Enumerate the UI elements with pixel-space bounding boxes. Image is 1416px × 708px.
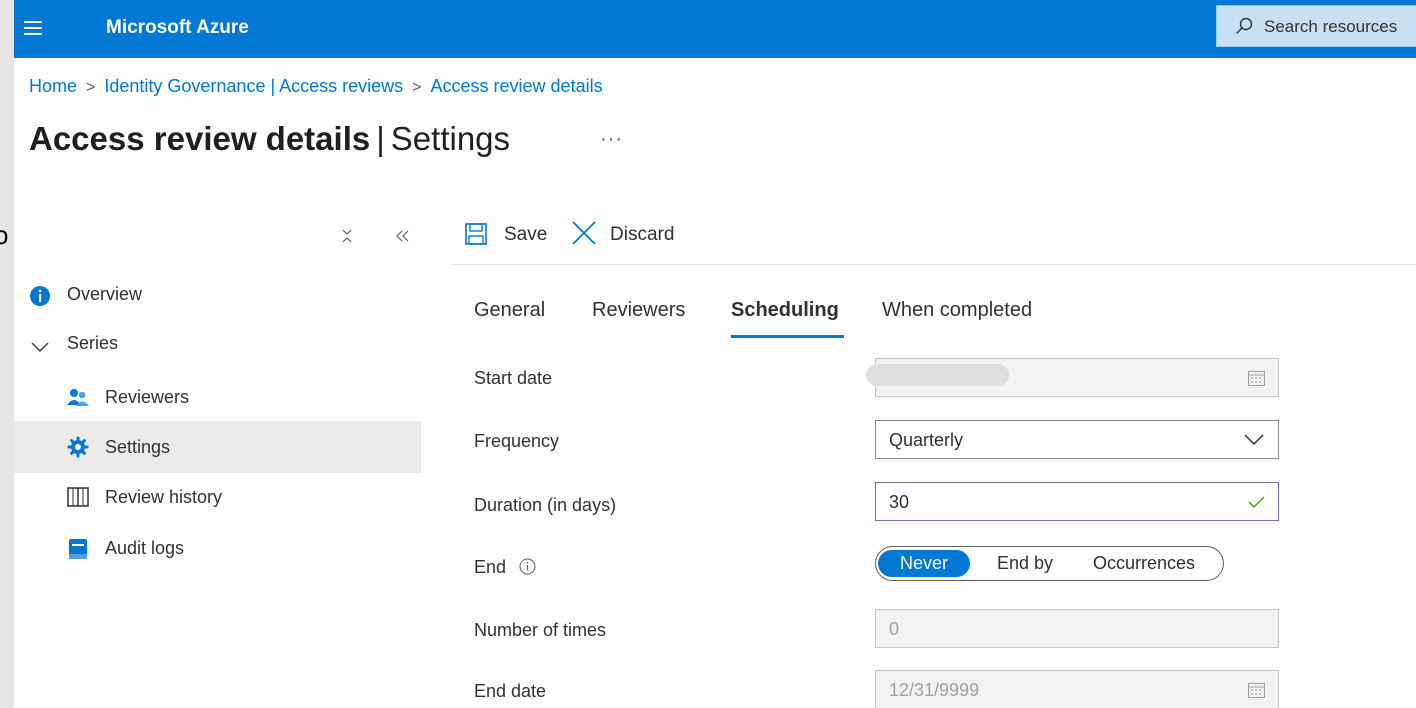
more-options-button[interactable]: ··· (600, 128, 623, 151)
close-icon (572, 221, 596, 245)
collapse-expand-icon[interactable] (340, 227, 354, 250)
number-of-times-input[interactable]: 0 (875, 609, 1279, 648)
save-label: Save (504, 224, 548, 245)
sidebar-item-series[interactable]: Series (14, 320, 421, 372)
active-tab-indicator (731, 335, 844, 338)
sidebar-item-label: Reviewers (105, 387, 190, 407)
end-option-never[interactable]: Never (878, 550, 970, 577)
sidebar-item-audit-logs[interactable]: Audit logs (14, 525, 421, 577)
page-title-separator: | (376, 120, 385, 157)
sidebar-item-review-history[interactable]: Review history (14, 474, 421, 526)
end-label: End (474, 556, 536, 578)
search-input[interactable]: Search resources (1216, 5, 1416, 47)
info-icon[interactable] (519, 558, 536, 575)
chevron-down-icon (1244, 434, 1264, 446)
breadcrumb-separator-icon: > (412, 79, 422, 96)
page-title-main: Access review details (29, 120, 371, 157)
number-of-times-label: Number of times (474, 620, 607, 640)
sidebar-item-settings[interactable]: Settings (14, 421, 421, 473)
save-icon (465, 223, 487, 245)
frequency-value: Quarterly (889, 430, 964, 450)
end-date-field[interactable]: 12/31/9999 (875, 670, 1279, 708)
book-icon (67, 487, 89, 507)
sidebar-item-overview[interactable]: Overview (14, 272, 421, 324)
tab-when-completed[interactable]: When completed (882, 299, 1032, 322)
command-bar: Save Discard (453, 205, 1416, 265)
checkmark-icon (1248, 496, 1265, 509)
page-title: Access review details | Settings (29, 120, 510, 158)
breadcrumb-home[interactable]: Home (29, 76, 77, 96)
breadcrumb-access-review-details[interactable]: Access review details (431, 76, 603, 96)
discard-label: Discard (610, 224, 675, 245)
end-segmented-control: Never End by Occurrences (875, 546, 1224, 581)
page-title-section: Settings (390, 120, 511, 157)
log-icon (69, 539, 87, 559)
duration-label: Duration (in days) (474, 495, 617, 515)
number-of-times-value: 0 (889, 619, 900, 639)
sidebar-item-reviewers[interactable]: Reviewers (14, 371, 421, 423)
end-date-label: End date (474, 681, 547, 701)
breadcrumb-identity-governance[interactable]: Identity Governance | Access reviews (104, 76, 403, 96)
hamburger-menu-icon[interactable] (22, 17, 44, 39)
brand-title[interactable]: Microsoft Azure (106, 17, 249, 39)
search-placeholder: Search resources (1264, 17, 1398, 36)
end-label-text: End (474, 557, 507, 577)
people-icon (67, 389, 89, 406)
sidebar-item-label: Overview (67, 284, 143, 304)
end-date-value: 12/31/9999 (889, 680, 980, 700)
redacted-date (866, 364, 1009, 386)
frequency-dropdown[interactable]: Quarterly (875, 420, 1279, 459)
top-bar: Microsoft Azure Search resources (14, 0, 1416, 58)
tab-general[interactable]: General (474, 299, 545, 322)
info-icon (30, 286, 50, 306)
left-edge-strip: o (0, 0, 14, 708)
tab-reviewers[interactable]: Reviewers (592, 299, 685, 322)
left-edge-fragment: o (0, 220, 9, 250)
start-date-label: Start date (474, 368, 553, 388)
search-icon (1236, 17, 1253, 34)
calendar-icon (1248, 683, 1265, 698)
breadcrumb-separator-icon: > (86, 79, 96, 96)
side-nav: Overview Series Reviewers Settings Revie… (14, 205, 421, 708)
gear-icon (67, 436, 89, 458)
start-date-field[interactable] (866, 358, 1279, 397)
collapse-menu-icon[interactable] (394, 227, 410, 250)
sidebar-item-label: Settings (105, 437, 171, 457)
duration-input[interactable]: 30 (875, 482, 1279, 521)
chevron-down-icon (31, 342, 49, 352)
breadcrumb: Home > Identity Governance | Access review… (29, 76, 603, 97)
frequency-label: Frequency (474, 431, 560, 451)
end-option-end-by[interactable]: End by (997, 553, 1053, 574)
duration-value: 30 (889, 492, 910, 512)
sidebar-item-label: Series (67, 333, 119, 353)
calendar-icon (1248, 371, 1265, 386)
sidebar-item-label: Review history (105, 487, 223, 507)
end-option-occurrences[interactable]: Occurrences (1093, 553, 1195, 574)
sidebar-item-label: Audit logs (105, 538, 185, 558)
tab-scheduling[interactable]: Scheduling (731, 299, 839, 322)
